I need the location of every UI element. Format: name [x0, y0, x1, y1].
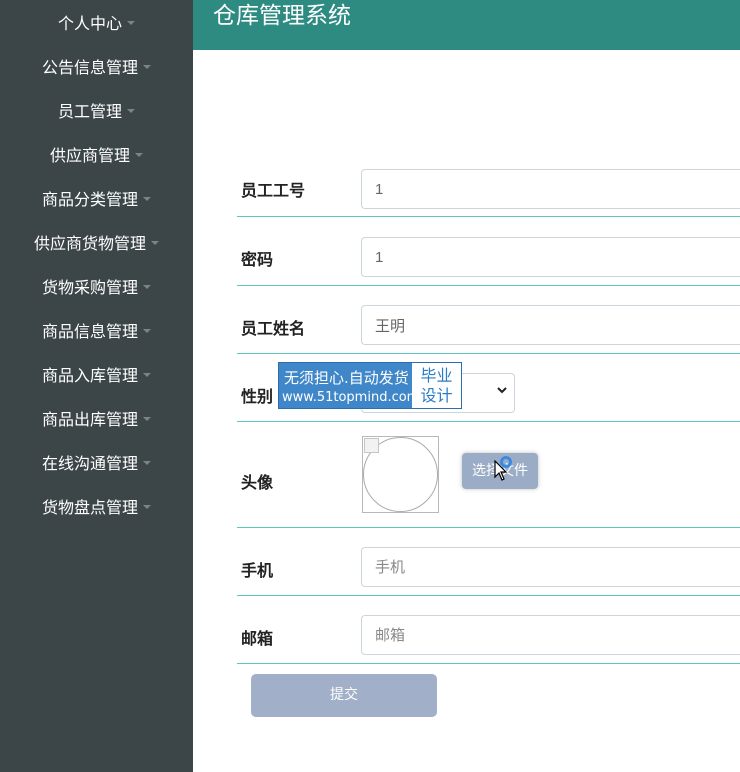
employee-no-input[interactable]	[361, 169, 740, 209]
sidebar-item-label: 个人中心	[57, 14, 122, 33]
sidebar-item-label: 商品出库管理	[41, 410, 138, 429]
avatar-label: 头像	[241, 473, 274, 492]
caret-down-icon	[143, 373, 151, 377]
form-row-password: 密码	[237, 217, 740, 286]
sidebar-item-inventory-check[interactable]: 货物盘点管理	[0, 484, 193, 528]
sidebar-item-label: 商品分类管理	[41, 190, 138, 209]
caret-down-icon	[143, 65, 151, 69]
gender-label: 性别	[241, 387, 274, 406]
form-row-name: 员工姓名	[237, 286, 740, 354]
sidebar-item-label: 供应商管理	[49, 146, 130, 165]
sidebar-item-products[interactable]: 商品信息管理	[0, 308, 193, 352]
employee-no-label: 员工工号	[241, 181, 306, 200]
phone-label: 手机	[241, 561, 274, 580]
phone-input[interactable]	[361, 547, 740, 587]
sidebar: 个人中心 公告信息管理 员工管理 供应商管理 商品分类管理 供应商货物管理 货物…	[0, 0, 193, 772]
sidebar-item-label: 货物采购管理	[41, 278, 138, 297]
badge-line1: 无须担心.自动发货	[284, 369, 409, 387]
password-input[interactable]	[361, 237, 740, 277]
header-bar: 仓库管理系统	[193, 0, 740, 50]
badge-left: 无须担心.自动发货 www.51topmind.com	[279, 363, 419, 408]
form-row-phone: 手机	[237, 528, 740, 596]
sidebar-item-employees[interactable]: 员工管理	[0, 88, 193, 132]
submit-button[interactable]: 提交	[251, 674, 437, 717]
avatar-preview	[362, 436, 439, 513]
email-label: 邮箱	[241, 629, 274, 648]
watermark-badge: 无须担心.自动发货 www.51topmind.com 毕业 设计	[278, 362, 462, 409]
badge-right-line2: 设计	[420, 386, 453, 405]
caret-down-icon	[135, 153, 143, 157]
caret-down-icon	[143, 329, 151, 333]
caret-down-icon	[127, 109, 135, 113]
caret-down-icon	[151, 241, 159, 245]
broken-image-icon	[364, 438, 379, 453]
badge-line2: www.51topmind.com	[282, 390, 420, 405]
sidebar-item-label: 公告信息管理	[41, 58, 138, 77]
name-input[interactable]	[361, 305, 740, 345]
sidebar-item-suppliers[interactable]: 供应商管理	[0, 132, 193, 176]
sidebar-item-supplier-goods[interactable]: 供应商货物管理	[0, 220, 193, 264]
email-input[interactable]	[361, 615, 740, 655]
sidebar-item-stock-out[interactable]: 商品出库管理	[0, 396, 193, 440]
app-title: 仓库管理系统	[213, 3, 351, 29]
sidebar-item-label: 在线沟通管理	[41, 454, 138, 473]
form-row-employee-no: 员工工号	[237, 159, 740, 217]
chevron-down-icon	[496, 384, 508, 400]
caret-down-icon	[143, 461, 151, 465]
sidebar-item-purchasing[interactable]: 货物采购管理	[0, 264, 193, 308]
caret-down-icon	[143, 197, 151, 201]
sidebar-item-stock-in[interactable]: 商品入库管理	[0, 352, 193, 396]
sidebar-item-chat[interactable]: 在线沟通管理	[0, 440, 193, 484]
caret-down-icon	[143, 505, 151, 509]
badge-right-line1: 毕业	[420, 366, 453, 385]
mouse-cursor-icon	[494, 460, 508, 481]
sidebar-item-label: 商品信息管理	[41, 322, 138, 341]
sidebar-item-label: 供应商货物管理	[33, 234, 146, 253]
caret-down-icon	[143, 285, 151, 289]
sidebar-item-personal-center[interactable]: 个人中心	[0, 0, 193, 44]
sidebar-item-label: 货物盘点管理	[41, 498, 138, 517]
name-label: 员工姓名	[241, 319, 306, 338]
form-row-email: 邮箱	[237, 596, 740, 664]
badge-right: 毕业 设计	[412, 363, 461, 408]
sidebar-item-notice[interactable]: 公告信息管理	[0, 44, 193, 88]
caret-down-icon	[143, 417, 151, 421]
form-row-avatar: 头像 选择文件	[237, 422, 740, 528]
caret-down-icon	[127, 21, 135, 25]
sidebar-item-label: 商品入库管理	[41, 366, 138, 385]
sidebar-item-categories[interactable]: 商品分类管理	[0, 176, 193, 220]
password-label: 密码	[241, 250, 274, 269]
sidebar-item-label: 员工管理	[57, 102, 122, 121]
